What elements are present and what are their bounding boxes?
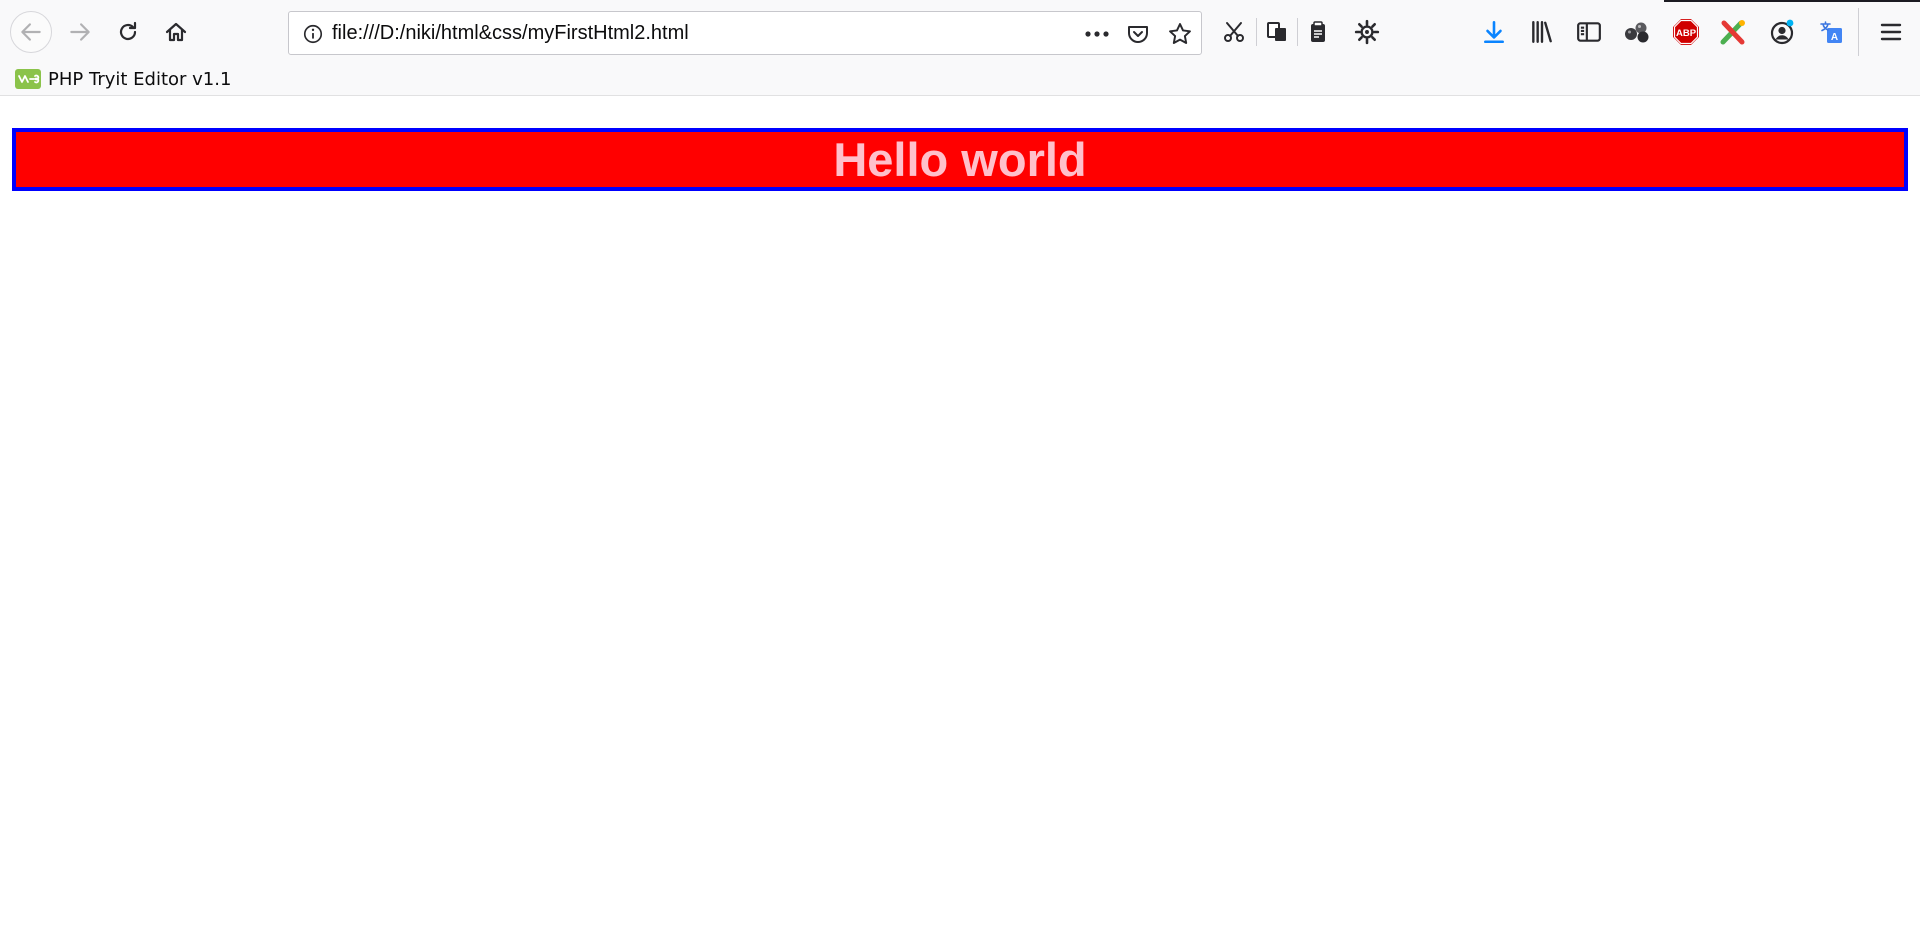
back-button[interactable] bbox=[10, 11, 52, 53]
bookmarks-toolbar: PHP Tryit Editor v1.1 bbox=[0, 62, 1920, 96]
cut-button[interactable] bbox=[1214, 12, 1254, 52]
page-heading: Hello world bbox=[833, 132, 1087, 186]
sidebar-icon bbox=[1577, 22, 1601, 42]
forward-button[interactable] bbox=[60, 12, 100, 52]
reload-button[interactable] bbox=[108, 12, 148, 52]
downloads-icon bbox=[1484, 20, 1504, 44]
downloads-button[interactable] bbox=[1474, 12, 1514, 52]
adblock-label: ABP bbox=[1676, 28, 1697, 39]
copy-icon bbox=[1267, 22, 1286, 41]
translate-button[interactable]: A bbox=[1811, 12, 1851, 52]
home-button[interactable] bbox=[156, 12, 196, 52]
account-icon bbox=[1770, 19, 1794, 45]
menu-icon bbox=[1880, 23, 1902, 41]
pocket-icon bbox=[1128, 26, 1148, 43]
url-bar[interactable]: file:///D:/niki/html&css/myFirstHtml2.ht… bbox=[288, 11, 1202, 55]
php-tryit-icon bbox=[15, 69, 41, 89]
page-actions-button[interactable] bbox=[1080, 17, 1114, 51]
bookmark-php-tryit[interactable]: PHP Tryit Editor v1.1 bbox=[14, 64, 231, 94]
copy-button[interactable] bbox=[1257, 12, 1297, 52]
pocket-button[interactable] bbox=[1121, 17, 1155, 51]
url-text[interactable]: file:///D:/niki/html&css/myFirstHtml2.ht… bbox=[332, 12, 952, 54]
hello-heading-box: Hello world bbox=[12, 128, 1908, 191]
toolbar-separator bbox=[1858, 8, 1859, 56]
page-content: Hello world bbox=[0, 96, 1920, 942]
forward-arrow-icon bbox=[70, 23, 90, 41]
adblock-plus-button[interactable]: ABP bbox=[1666, 12, 1706, 52]
svg-text:A: A bbox=[1831, 32, 1838, 43]
sidebar-button[interactable] bbox=[1569, 12, 1609, 52]
info-icon bbox=[303, 24, 323, 44]
cut-icon bbox=[1224, 22, 1244, 42]
tools-extension-button[interactable] bbox=[1713, 12, 1753, 52]
bookmark-star-button[interactable] bbox=[1163, 17, 1197, 51]
translate-icon: A bbox=[1820, 21, 1842, 43]
paste-icon bbox=[1311, 21, 1325, 42]
back-arrow-icon bbox=[21, 23, 41, 41]
bookmark-label: PHP Tryit Editor v1.1 bbox=[48, 68, 232, 90]
adblock-plus-icon: ABP bbox=[1673, 19, 1699, 45]
customize-button[interactable] bbox=[1347, 12, 1387, 52]
library-button[interactable] bbox=[1522, 12, 1562, 52]
page-actions-icon bbox=[1085, 31, 1109, 37]
extension-balls-button[interactable] bbox=[1617, 12, 1657, 52]
extension-balls-icon bbox=[1625, 22, 1649, 43]
account-button[interactable] bbox=[1762, 12, 1802, 52]
bookmark-star-icon bbox=[1169, 23, 1191, 44]
customize-gear-icon bbox=[1354, 19, 1380, 45]
reload-icon bbox=[119, 21, 137, 41]
home-icon bbox=[165, 22, 187, 42]
library-icon bbox=[1532, 21, 1552, 43]
tools-extension-icon bbox=[1720, 20, 1745, 45]
menu-button[interactable] bbox=[1871, 12, 1911, 52]
navigation-toolbar: file:///D:/niki/html&css/myFirstHtml2.ht… bbox=[0, 2, 1920, 62]
paste-button[interactable] bbox=[1298, 12, 1338, 52]
site-info-button[interactable] bbox=[297, 18, 329, 50]
